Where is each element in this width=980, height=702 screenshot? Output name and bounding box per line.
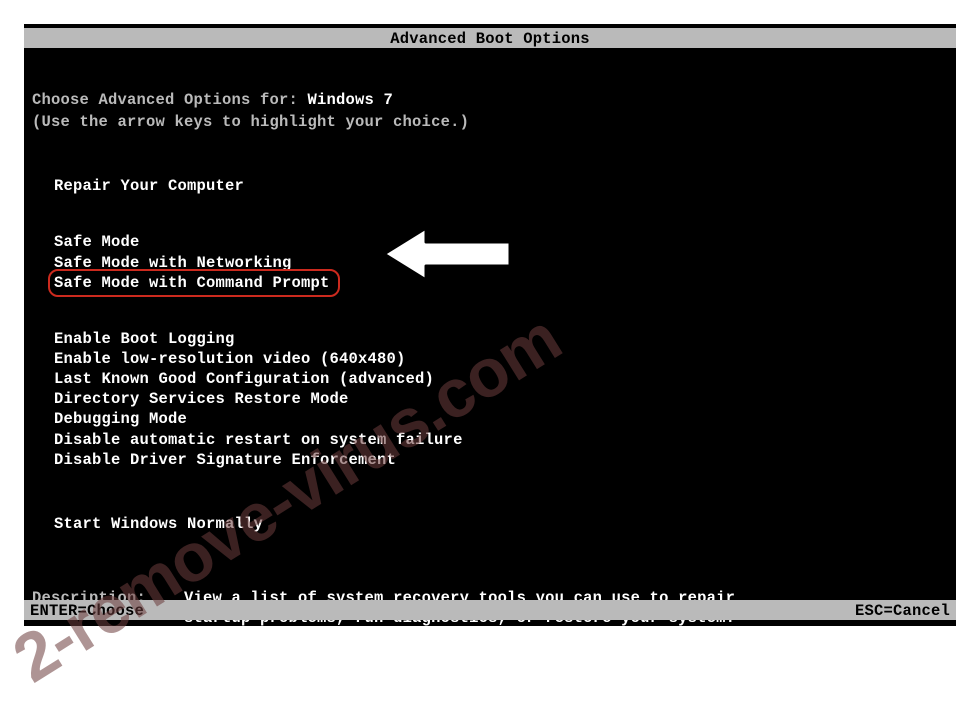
option-debugging[interactable]: Debugging Mode xyxy=(54,409,948,429)
boot-options-list: Repair Your Computer Safe Mode Safe Mode… xyxy=(54,176,948,534)
prompt-label: Choose Advanced Options for: xyxy=(32,91,308,109)
option-safe-mode[interactable]: Safe Mode xyxy=(54,232,948,252)
option-safe-mode-cmd[interactable]: Safe Mode with Command Prompt xyxy=(54,273,948,293)
option-boot-logging[interactable]: Enable Boot Logging xyxy=(54,329,948,349)
prompt-row: Choose Advanced Options for: Windows 7 xyxy=(32,90,948,110)
footer-bar: ENTER=Choose ESC=Cancel xyxy=(24,600,956,620)
option-disable-sig-enforcement[interactable]: Disable Driver Signature Enforcement xyxy=(54,450,948,470)
option-safe-mode-networking[interactable]: Safe Mode with Networking xyxy=(54,253,948,273)
option-dsrm[interactable]: Directory Services Restore Mode xyxy=(54,389,948,409)
option-low-res[interactable]: Enable low-resolution video (640x480) xyxy=(54,349,948,369)
option-repair-computer[interactable]: Repair Your Computer xyxy=(54,176,948,196)
hint-row: (Use the arrow keys to highlight your ch… xyxy=(32,112,948,132)
option-safe-mode-cmd-label: Safe Mode with Command Prompt xyxy=(54,274,330,292)
os-name: Windows 7 xyxy=(308,91,394,109)
screen-title: Advanced Boot Options xyxy=(390,30,590,48)
option-disable-auto-restart[interactable]: Disable automatic restart on system fail… xyxy=(54,430,948,450)
option-start-normally[interactable]: Start Windows Normally xyxy=(54,514,948,534)
footer-enter: ENTER=Choose xyxy=(30,601,144,620)
footer-esc: ESC=Cancel xyxy=(855,601,950,620)
title-bar: Advanced Boot Options xyxy=(24,28,956,48)
option-last-known-good[interactable]: Last Known Good Configuration (advanced) xyxy=(54,369,948,389)
content-area: Choose Advanced Options for: Windows 7 (… xyxy=(24,90,956,628)
boot-screen: Advanced Boot Options Choose Advanced Op… xyxy=(24,24,956,626)
